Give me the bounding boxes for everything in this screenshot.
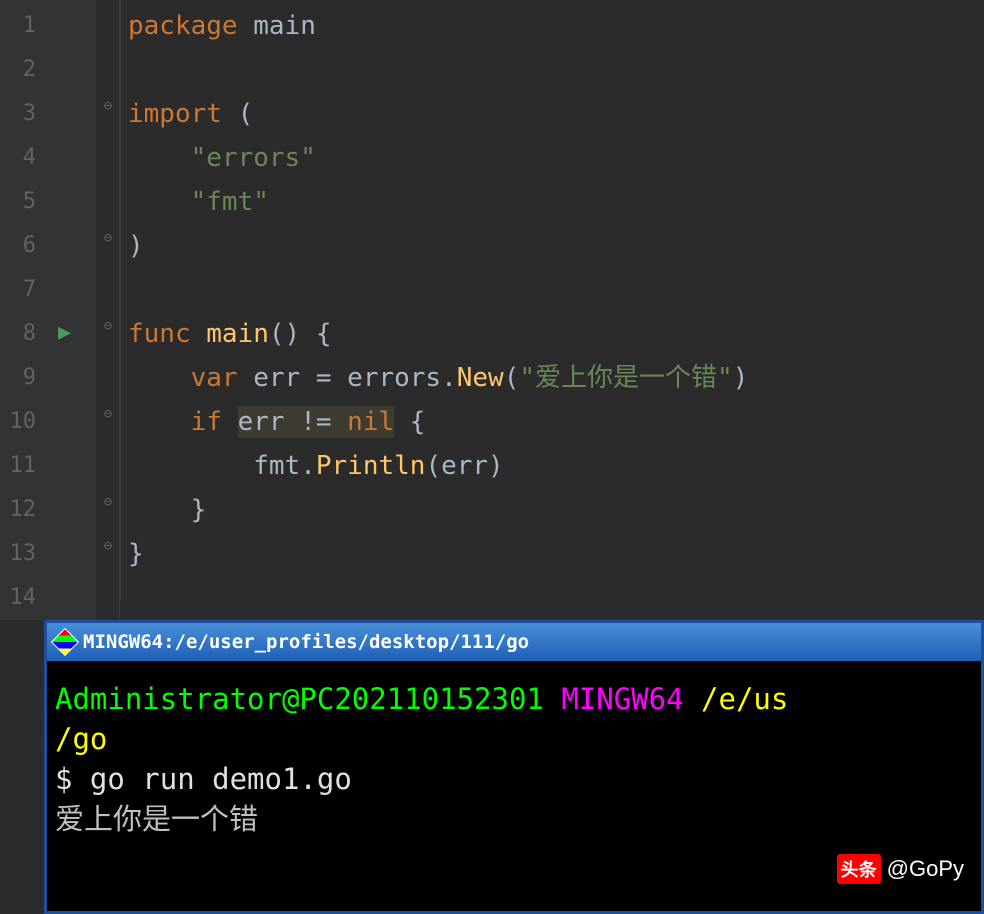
watermark-logo: 头条 [837,854,881,884]
terminal-path: /e/us [701,682,788,716]
line-number-gutter: 1 2 3 4 5 6 7 8 9 10 11 12 13 14 [0,0,48,620]
code-line[interactable]: "fmt" [128,180,984,224]
terminal-command: go run demo1.go [90,762,352,796]
line-number: 5 [0,180,48,224]
line-number: 7 [0,268,48,312]
terminal-title-bar[interactable]: MINGW64:/e/user_profiles/desktop/111/go [47,623,981,661]
gutter-icons: ▶ [48,0,96,620]
fold-close-icon[interactable]: ⊖ [100,494,116,510]
code-line[interactable]: func main() { [128,312,984,356]
code-line[interactable]: if err != nil { [128,400,984,444]
fold-close-icon[interactable]: ⊖ [100,538,116,554]
run-icon[interactable]: ▶ [58,320,71,345]
line-number: 10 [0,400,48,444]
line-number: 6 [0,224,48,268]
terminal-title: MINGW64:/e/user_profiles/desktop/111/go [83,631,529,653]
fold-column: ⊖ ⊖ ⊖ ⊖ ⊖ ⊖ [96,0,120,620]
line-number: 14 [0,576,48,620]
code-line[interactable]: ) [128,224,984,268]
code-line[interactable]: package main [128,4,984,48]
fold-open-icon[interactable]: ⊖ [100,318,116,334]
watermark-text: @GoPy [887,856,964,882]
code-line[interactable]: "errors" [128,136,984,180]
code-line[interactable]: fmt.Println(err) [128,444,984,488]
terminal-output: 爱上你是一个错 [55,802,258,836]
fold-close-icon[interactable]: ⊖ [100,230,116,246]
terminal-path: /go [55,722,107,756]
line-number: 4 [0,136,48,180]
watermark: 头条 @GoPy [837,854,964,884]
fold-open-icon[interactable]: ⊖ [100,406,116,422]
line-number: 2 [0,48,48,92]
code-line[interactable]: import ( [128,92,984,136]
line-number: 3 [0,92,48,136]
line-number: 13 [0,532,48,576]
code-line[interactable] [128,48,984,92]
terminal-body[interactable]: Administrator@PC202110152301 MINGW64 /e/… [47,661,981,857]
code-area[interactable]: package main import ( "errors" "fmt") func… [120,0,984,620]
fold-open-icon[interactable]: ⊖ [100,98,116,114]
code-editor: 1 2 3 4 5 6 7 8 9 10 11 12 13 14 ▶ ⊖ ⊖ ⊖… [0,0,984,620]
line-number: 9 [0,356,48,400]
line-number: 11 [0,444,48,488]
terminal-env: MINGW64 [561,682,683,716]
line-number: 1 [0,4,48,48]
code-line[interactable]: } [128,532,984,576]
terminal-prompt: $ [55,762,90,796]
code-line[interactable] [128,268,984,312]
code-line[interactable]: } [128,488,984,532]
code-line[interactable]: var err = errors.New("爱上你是一个错") [128,356,984,400]
line-number: 12 [0,488,48,532]
terminal-user: Administrator@PC202110152301 [55,682,544,716]
mingw-icon [51,628,79,656]
line-number: 8 [0,312,48,356]
code-line[interactable] [128,576,984,620]
